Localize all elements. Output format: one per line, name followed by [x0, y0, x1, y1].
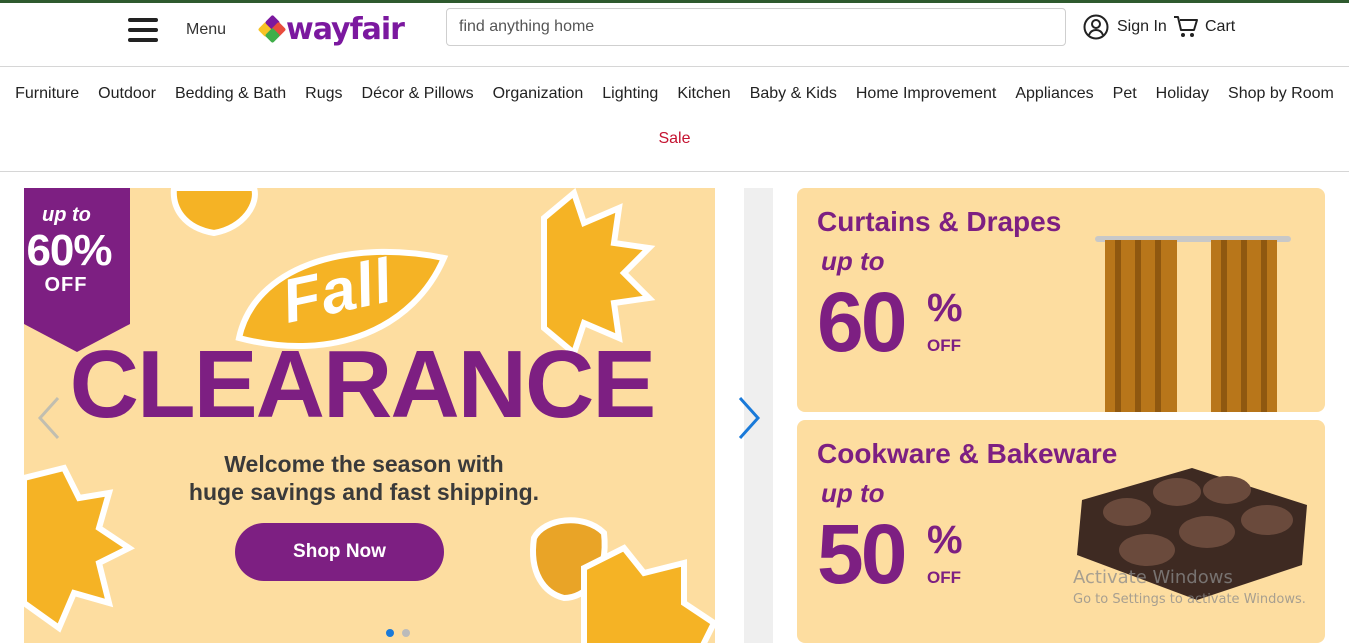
nav-item-baby-kids[interactable]: Baby & Kids [740, 85, 846, 103]
badge-percent: 60% [26, 226, 112, 275]
wayfair-logo-mark [257, 14, 287, 44]
search-input[interactable] [446, 8, 1066, 46]
nav-item-holiday[interactable]: Holiday [1146, 85, 1218, 103]
nav-item-decor-pillows[interactable]: Décor & Pillows [352, 85, 483, 103]
watermark-title: Activate Windows [1073, 567, 1233, 588]
menu-label: Menu [186, 21, 227, 38]
carousel-dot-2[interactable] [402, 629, 410, 637]
nav-item-outdoor[interactable]: Outdoor [89, 85, 166, 103]
promo-off: OFF [927, 568, 961, 587]
promo-number: 60 [817, 275, 907, 369]
hero-headline: CLEARANCE [69, 331, 657, 438]
promo-up-to: up to [821, 246, 885, 276]
promo-off: OFF [927, 336, 961, 355]
nav-item-lighting[interactable]: Lighting [593, 85, 668, 103]
hero-banner[interactable]: up to 60% OFF Fall CLEARANCE Welcome the… [24, 188, 715, 643]
promo-up-to: up to [821, 478, 885, 508]
chevron-left-icon[interactable] [34, 394, 64, 442]
cart-icon [1174, 16, 1198, 37]
badge-off: OFF [44, 274, 88, 296]
cart-button[interactable]: Cart [1173, 14, 1235, 40]
tagline-line-2: huge savings and fast shipping. [188, 479, 540, 505]
nav-item-home-improvement[interactable]: Home Improvement [846, 85, 1006, 103]
watermark-subtitle: Go to Settings to activate Windows. [1073, 592, 1306, 607]
badge-up-to: up to [42, 204, 91, 226]
cart-label: Cart [1205, 18, 1236, 35]
promo-percent: % [927, 518, 963, 562]
logo-text: wayfair [286, 11, 405, 47]
wayfair-logo[interactable]: wayfair [257, 9, 405, 49]
menu-button[interactable]: Menu [128, 15, 238, 45]
nav-item-rugs[interactable]: Rugs [296, 85, 352, 103]
account-icon [1083, 14, 1109, 40]
sign-in-button[interactable]: Sign In [1083, 14, 1167, 40]
category-nav: Furniture Outdoor Bedding & Bath Rugs Dé… [0, 68, 1349, 172]
category-list: Furniture Outdoor Bedding & Bath Rugs Dé… [0, 68, 1349, 120]
promo-number: 50 [817, 507, 907, 601]
carousel-dots [386, 629, 410, 637]
shop-now-button[interactable]: Shop Now [235, 523, 444, 581]
promo-title: Cookware & Bakeware [817, 438, 1118, 469]
nav-item-appliances[interactable]: Appliances [1006, 85, 1103, 103]
hamburger-icon [128, 18, 158, 42]
nav-item-pet[interactable]: Pet [1103, 85, 1146, 103]
nav-item-bedding-bath[interactable]: Bedding & Bath [165, 85, 295, 103]
hero-tagline: Welcome the season with huge savings and… [124, 450, 604, 506]
promo-percent: % [927, 286, 963, 330]
site-header: Menu wayfair Sign In Cart [0, 3, 1349, 67]
nav-item-sale[interactable]: Sale [0, 130, 1349, 148]
discount-badge: up to 60% OFF [24, 188, 130, 352]
tagline-line-1: Welcome the season with [224, 451, 504, 477]
carousel-dot-1[interactable] [386, 629, 394, 637]
activate-windows-watermark: Activate Windows Go to Settings to activ… [1073, 567, 1306, 611]
chevron-right-icon[interactable] [734, 394, 764, 442]
nav-item-furniture[interactable]: Furniture [6, 85, 89, 103]
nav-item-organization[interactable]: Organization [483, 85, 593, 103]
nav-item-shop-by-room[interactable]: Shop by Room [1219, 85, 1344, 103]
promo-card-curtains[interactable]: Curtains & Drapes up to 60 % OFF [797, 188, 1325, 412]
promo-title: Curtains & Drapes [817, 206, 1062, 237]
sign-in-label: Sign In [1117, 18, 1167, 35]
nav-item-kitchen[interactable]: Kitchen [668, 85, 740, 103]
